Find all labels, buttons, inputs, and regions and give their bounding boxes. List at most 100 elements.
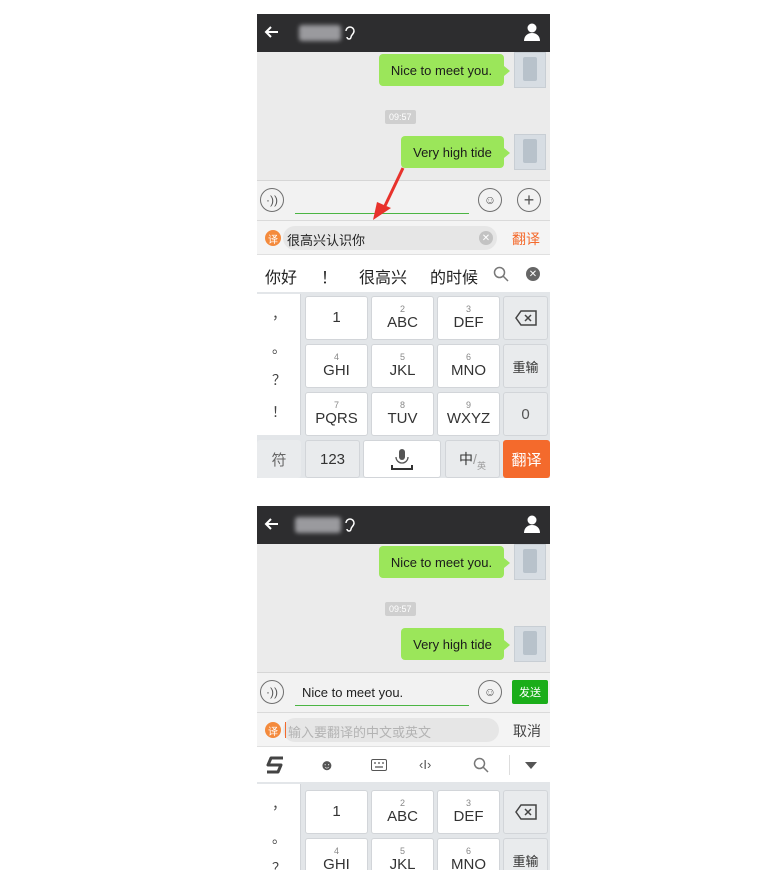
symbol-key[interactable]: ， bbox=[257, 794, 301, 814]
keyboard: ， 。 ？ 1 2 ABC 3 DEF 4 GHI 5 JKL 6 MNO 重输 bbox=[257, 782, 550, 870]
translate-bar: 译 很高兴认识你 ✕ 翻译 bbox=[257, 220, 550, 255]
avatar[interactable] bbox=[514, 544, 546, 580]
translate-badge-icon: 译 bbox=[265, 722, 281, 738]
zero-key[interactable]: 0 bbox=[503, 392, 548, 436]
emoji-icon[interactable]: ☺ bbox=[478, 188, 502, 212]
voice-input-icon[interactable]: ·)) bbox=[260, 188, 284, 212]
key-8[interactable]: 8 TUV bbox=[371, 392, 434, 436]
translate-button[interactable]: 翻译 bbox=[512, 229, 540, 249]
key-3[interactable]: 3 DEF bbox=[437, 296, 500, 340]
numbers-key[interactable]: 123 bbox=[305, 440, 360, 478]
key-5[interactable]: 5 JKL bbox=[371, 344, 434, 388]
close-candidates-icon[interactable]: ✕ bbox=[526, 267, 540, 281]
symbol-key[interactable]: 。 bbox=[257, 828, 301, 848]
reinput-key[interactable]: 重输 bbox=[503, 344, 548, 388]
message-text: Very high tide bbox=[413, 636, 492, 652]
key-2[interactable]: 2 ABC bbox=[371, 790, 434, 834]
message-input-value[interactable]: Nice to meet you. bbox=[302, 685, 403, 700]
chinese-label: 中 bbox=[459, 451, 474, 467]
translate-key[interactable]: 翻译 bbox=[503, 440, 550, 478]
message-bubble[interactable]: Very high tide bbox=[401, 628, 510, 660]
key-3[interactable]: 3 DEF bbox=[437, 790, 500, 834]
search-icon[interactable] bbox=[493, 266, 509, 282]
keyboard-toolbar: ☻ ‹I› bbox=[257, 746, 550, 783]
keyboard-icon[interactable] bbox=[371, 759, 387, 771]
chevron-down-icon[interactable] bbox=[525, 762, 537, 770]
backspace-key[interactable] bbox=[503, 296, 548, 340]
candidate-item[interactable]: 很高兴 bbox=[359, 264, 407, 288]
cursor-move-icon[interactable]: ‹I› bbox=[419, 757, 431, 772]
back-arrow-icon[interactable] bbox=[263, 515, 281, 533]
symbol-column[interactable]: ， 。 ？ ！ bbox=[257, 294, 301, 435]
symbol-key[interactable]: ？ bbox=[257, 370, 301, 390]
candidate-item[interactable]: 的时候 bbox=[430, 264, 478, 288]
message-input-field[interactable] bbox=[295, 705, 469, 706]
key-9[interactable]: 9 WXYZ bbox=[437, 392, 500, 436]
translate-badge-icon: 译 bbox=[265, 230, 281, 246]
avatar[interactable] bbox=[514, 52, 546, 88]
backspace-icon bbox=[514, 804, 537, 820]
chat-screen-2: Nice to meet you. 09:57 Very high tide ·… bbox=[257, 506, 550, 870]
avatar[interactable] bbox=[514, 134, 546, 170]
english-label: 英 bbox=[476, 460, 486, 471]
translate-input[interactable]: 很高兴认识你 bbox=[283, 226, 497, 250]
key-4[interactable]: 4 GHI bbox=[305, 838, 368, 870]
ear-icon bbox=[345, 26, 355, 40]
plus-icon[interactable]: + bbox=[517, 188, 541, 212]
message-text: Nice to meet you. bbox=[390, 62, 493, 78]
chat-input-bar: ·)) Nice to meet you. ☺ 发送 bbox=[257, 672, 550, 713]
text-cursor bbox=[285, 722, 286, 738]
search-icon[interactable] bbox=[473, 757, 489, 773]
voice-input-icon[interactable]: ·)) bbox=[260, 680, 284, 704]
emoji-face-icon[interactable]: ☻ bbox=[319, 757, 335, 774]
message-text: Nice to meet you. bbox=[390, 554, 493, 570]
language-switch-key[interactable]: 中 / 英 bbox=[445, 440, 500, 478]
avatar[interactable] bbox=[514, 626, 546, 662]
key-7[interactable]: 7 PQRS bbox=[305, 392, 368, 436]
candidate-item[interactable]: 你好 bbox=[265, 264, 297, 288]
timestamp: 09:57 bbox=[385, 602, 416, 616]
key-2[interactable]: 2 ABC bbox=[371, 296, 434, 340]
backspace-icon bbox=[514, 310, 537, 326]
message-bubble[interactable]: Nice to meet you. bbox=[379, 54, 510, 86]
key-6[interactable]: 6 MNO bbox=[437, 344, 500, 388]
ear-icon bbox=[345, 518, 355, 532]
chat-screen-1: Nice to meet you. 09:57 Very high tide ·… bbox=[257, 14, 550, 478]
translate-input-value: 很高兴认识你 bbox=[287, 233, 366, 248]
clear-icon[interactable]: ✕ bbox=[479, 231, 493, 245]
key-1[interactable]: 1 bbox=[305, 296, 368, 340]
symbol-key[interactable]: ？ bbox=[257, 858, 301, 870]
reinput-key[interactable]: 重输 bbox=[503, 838, 548, 870]
symbol-key[interactable]: ， bbox=[257, 304, 301, 324]
candidate-item[interactable]: ！ bbox=[321, 264, 337, 288]
microphone-icon bbox=[391, 449, 413, 470]
message-bubble[interactable]: Nice to meet you. bbox=[379, 546, 510, 578]
symbol-key[interactable]: 。 bbox=[257, 338, 301, 358]
key-6[interactable]: 6 MNO bbox=[437, 838, 500, 870]
cancel-button[interactable]: 取消 bbox=[513, 721, 541, 741]
contact-name-blurred bbox=[295, 517, 341, 533]
contact-info-icon[interactable] bbox=[522, 22, 542, 42]
symbol-key[interactable]: ！ bbox=[257, 402, 301, 422]
symbol-column[interactable]: ， 。 ？ bbox=[257, 784, 301, 870]
title-bar bbox=[257, 14, 550, 52]
timestamp: 09:57 bbox=[385, 110, 416, 124]
key-5[interactable]: 5 JKL bbox=[371, 838, 434, 870]
candidate-bar: 你好 ！ 很高兴 的时候 ✕ bbox=[257, 254, 550, 293]
key-1[interactable]: 1 bbox=[305, 790, 368, 834]
emoji-icon[interactable]: ☺ bbox=[478, 680, 502, 704]
backspace-key[interactable] bbox=[503, 790, 548, 834]
translate-placeholder: 输入要翻译的中文或英文 bbox=[288, 725, 432, 740]
keyboard: ， 。 ？ ！ 1 2 ABC 3 DEF 4 GHI 5 JKL 6 MNO 重输 7P… bbox=[257, 292, 550, 478]
sogou-logo-icon[interactable] bbox=[265, 755, 287, 775]
translate-input[interactable]: 输入要翻译的中文或英文 bbox=[283, 718, 499, 742]
contact-info-icon[interactable] bbox=[522, 514, 542, 534]
space-voice-key[interactable] bbox=[363, 440, 441, 478]
symbols-key[interactable]: 符 bbox=[257, 440, 301, 478]
send-button[interactable]: 发送 bbox=[512, 680, 548, 704]
red-arrow-annotation bbox=[373, 167, 405, 220]
key-4[interactable]: 4 GHI bbox=[305, 344, 368, 388]
back-arrow-icon[interactable] bbox=[263, 23, 281, 41]
title-bar bbox=[257, 506, 550, 544]
message-text: Very high tide bbox=[413, 144, 492, 160]
